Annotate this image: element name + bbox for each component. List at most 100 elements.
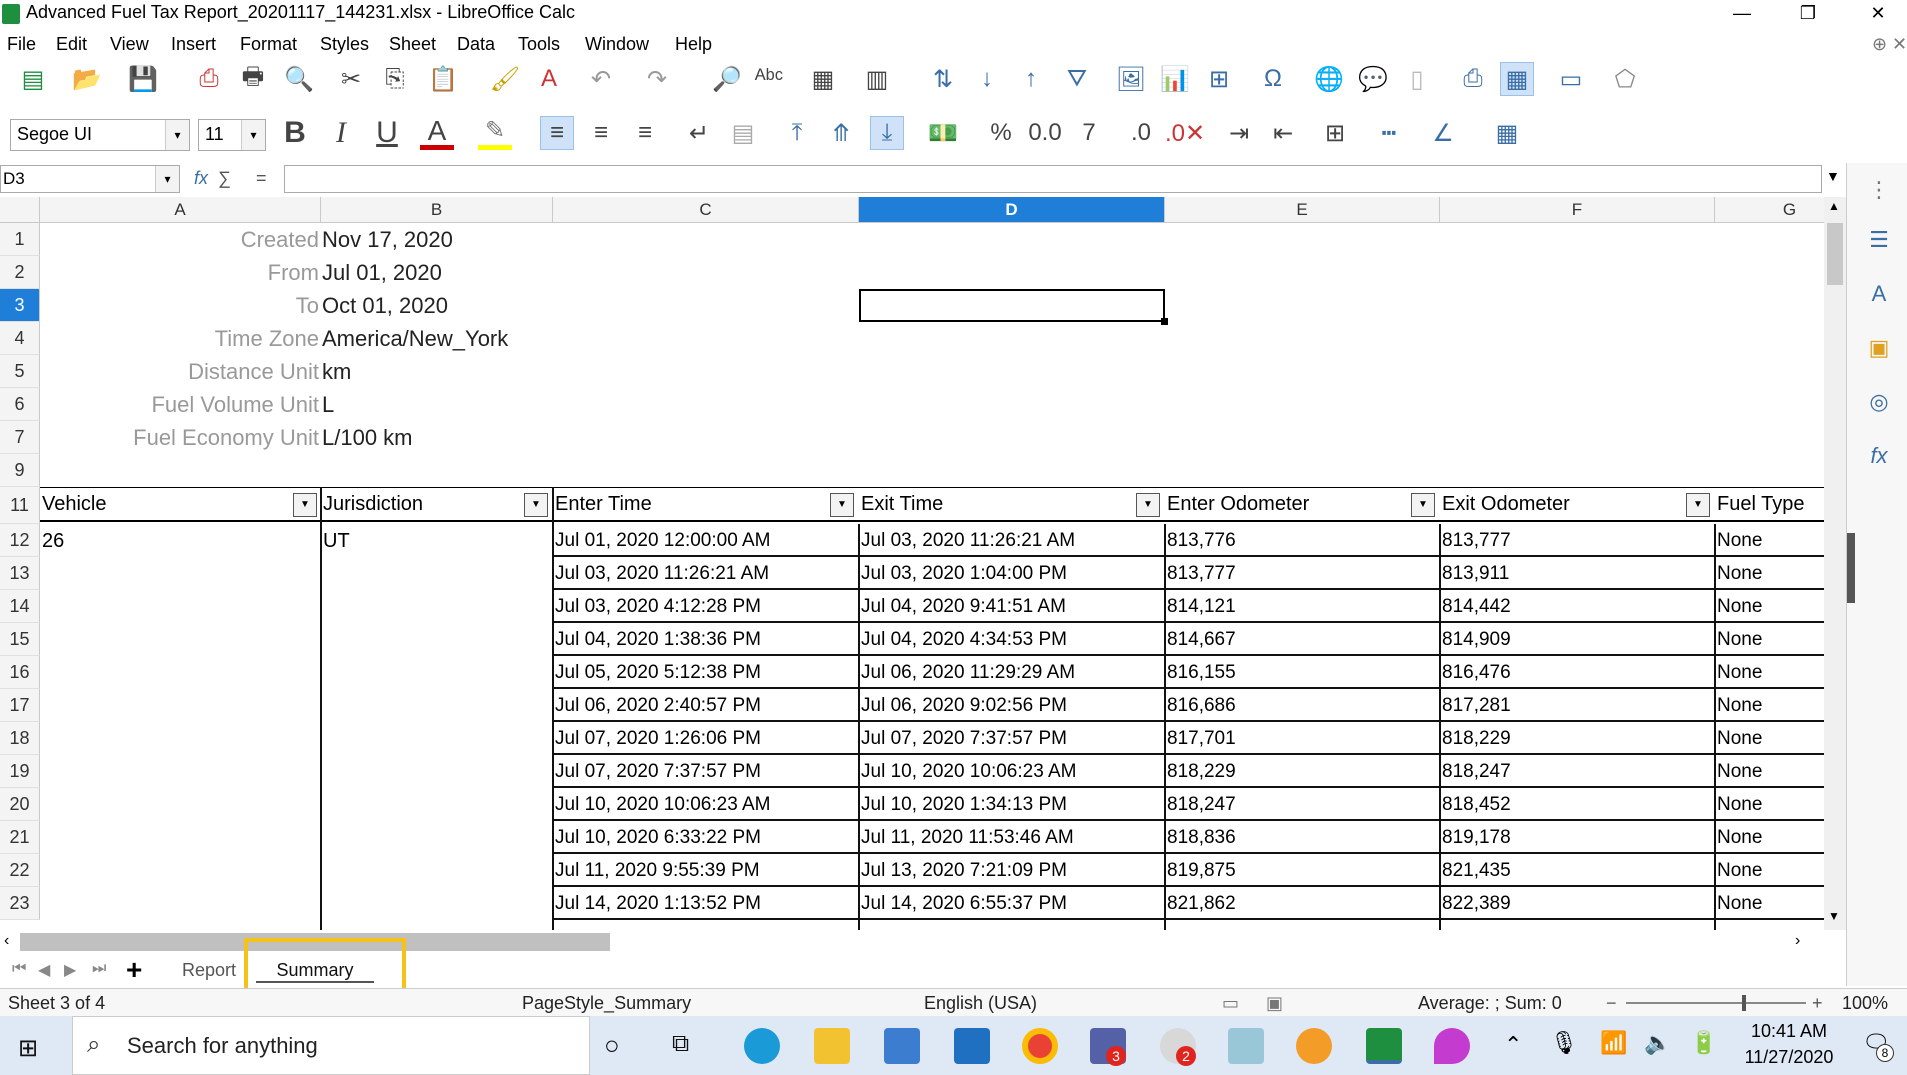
- column-header-f[interactable]: F: [1440, 197, 1715, 223]
- menu-view[interactable]: View: [110, 34, 149, 55]
- copy-icon[interactable]: ⎘: [378, 62, 412, 96]
- add-sheet-button[interactable]: +: [126, 954, 142, 986]
- print-icon[interactable]: 🖶: [236, 62, 270, 96]
- exit-odometer-cell[interactable]: 822,389: [1440, 887, 1715, 920]
- exit-time-cell[interactable]: Jul 06, 2020 11:29:29 AM: [859, 656, 1165, 689]
- merge-cells-icon[interactable]: ▤: [726, 116, 760, 150]
- row-header[interactable]: 17: [0, 689, 40, 722]
- exit-odometer-cell[interactable]: 818,247: [1440, 755, 1715, 788]
- align-center-icon[interactable]: ≡: [584, 116, 618, 150]
- filter-exit-odometer-button[interactable]: ▼: [1686, 493, 1710, 517]
- exit-odometer-cell[interactable]: 813,777: [1440, 524, 1715, 557]
- row-header[interactable]: 15: [0, 623, 40, 656]
- menu-tools[interactable]: Tools: [518, 34, 560, 55]
- fuel-type-cell[interactable]: None: [1715, 854, 1824, 887]
- column-header-a[interactable]: A: [40, 197, 321, 223]
- menu-styles[interactable]: Styles: [320, 34, 369, 55]
- zoom-slider-thumb[interactable]: [1742, 995, 1746, 1011]
- row-header[interactable]: 22: [0, 854, 40, 887]
- fuel-type-cell[interactable]: None: [1715, 656, 1824, 689]
- freeze-rows-icon[interactable]: ▦: [1500, 62, 1534, 96]
- scroll-thumb[interactable]: [1827, 223, 1843, 285]
- image-icon[interactable]: 🖼: [1114, 62, 1148, 96]
- sum-icon[interactable]: ∑: [218, 168, 231, 189]
- notepad-icon[interactable]: [1228, 1028, 1264, 1064]
- sort-descending-icon[interactable]: ↑: [1014, 62, 1048, 96]
- menu-window[interactable]: Window: [585, 34, 649, 55]
- exit-time-cell[interactable]: Jul 03, 2020 11:26:21 AM: [859, 524, 1165, 557]
- italic-icon[interactable]: I: [324, 116, 358, 150]
- battery-icon[interactable]: 🔋: [1690, 1030, 1717, 1056]
- column-header-b[interactable]: B: [321, 197, 553, 223]
- font-size-box[interactable]: 11 ▾: [198, 119, 266, 151]
- save-icon[interactable]: 💾: [126, 62, 160, 96]
- fuel-type-cell[interactable]: None: [1715, 788, 1824, 821]
- filter-enter-time-button[interactable]: ▼: [830, 493, 854, 517]
- gallery-icon[interactable]: ▣: [1865, 335, 1893, 363]
- chevron-up-icon[interactable]: ⌃: [1504, 1032, 1522, 1058]
- clock-date[interactable]: 11/27/2020: [1734, 1047, 1844, 1068]
- date-format-icon[interactable]: 7: [1072, 116, 1106, 150]
- define-print-area-icon[interactable]: ⎙: [1456, 62, 1490, 96]
- export-pdf-icon[interactable]: ⎙: [192, 62, 226, 96]
- undo-icon[interactable]: ↶: [584, 62, 618, 96]
- row-header[interactable]: 19: [0, 755, 40, 788]
- row-header[interactable]: 1: [0, 223, 40, 256]
- menu-help[interactable]: Help: [675, 34, 712, 55]
- enter-odometer-cell[interactable]: 817,701: [1165, 722, 1440, 755]
- align-top-icon[interactable]: ⤒: [780, 116, 814, 150]
- last-sheet-icon[interactable]: ⏭: [92, 960, 106, 978]
- fuel-type-cell[interactable]: None: [1715, 722, 1824, 755]
- exit-time-cell[interactable]: Jul 04, 2020 9:41:51 AM: [859, 590, 1165, 623]
- formula-input[interactable]: [284, 165, 1822, 193]
- open-icon[interactable]: 📂: [70, 62, 104, 96]
- expand-formula-icon[interactable]: ▼: [1826, 168, 1840, 184]
- find-replace-icon[interactable]: 🔎: [710, 62, 744, 96]
- filter-exit-time-button[interactable]: ▼: [1136, 493, 1160, 517]
- exit-time-cell[interactable]: Jul 03, 2020 1:04:00 PM: [859, 557, 1165, 590]
- enter-odometer-cell[interactable]: 818,247: [1165, 788, 1440, 821]
- exit-odometer-cell[interactable]: 818,229: [1440, 722, 1715, 755]
- row-header[interactable]: 2: [0, 256, 40, 289]
- underline-icon[interactable]: U: [370, 116, 404, 150]
- exit-time-cell[interactable]: Jul 07, 2020 7:37:57 PM: [859, 722, 1165, 755]
- exit-time-cell[interactable]: Jul 11, 2020 11:53:46 AM: [859, 821, 1165, 854]
- font-name-box[interactable]: Segoe UI ▾: [10, 119, 190, 151]
- exit-odometer-cell[interactable]: 821,435: [1440, 854, 1715, 887]
- row-header[interactable]: 4: [0, 322, 40, 355]
- enter-time-cell[interactable]: Jul 10, 2020 6:33:22 PM: [553, 821, 859, 854]
- row-header[interactable]: 12: [0, 524, 40, 557]
- navigator-icon[interactable]: ◎: [1865, 389, 1893, 417]
- chevron-down-icon[interactable]: ▾: [155, 166, 179, 192]
- enter-odometer-cell[interactable]: 813,777: [1165, 557, 1440, 590]
- split-window-icon[interactable]: ▭: [1554, 62, 1588, 96]
- special-character-icon[interactable]: Ω: [1256, 62, 1290, 96]
- fuel-type-cell[interactable]: None: [1715, 887, 1824, 920]
- paste-icon[interactable]: 📋: [426, 62, 460, 96]
- exit-time-cell[interactable]: Jul 10, 2020 10:06:23 AM: [859, 755, 1165, 788]
- fill-handle[interactable]: [1161, 318, 1168, 325]
- bold-icon[interactable]: B: [278, 116, 312, 150]
- wrap-text-icon[interactable]: ↵: [682, 116, 716, 150]
- comment-icon[interactable]: 💬: [1356, 62, 1390, 96]
- zoom-out-icon[interactable]: −: [1606, 993, 1617, 1014]
- enter-odometer-cell[interactable]: 813,776: [1165, 524, 1440, 557]
- align-bottom-icon[interactable]: ⤓: [870, 116, 904, 150]
- print-preview-icon[interactable]: 🔍: [282, 62, 316, 96]
- chevron-down-icon[interactable]: ▾: [241, 120, 265, 150]
- fuel-type-cell[interactable]: None: [1715, 689, 1824, 722]
- enter-time-cell[interactable]: Jul 01, 2020 12:00:00 AM: [553, 524, 859, 557]
- enter-odometer-cell[interactable]: 816,686: [1165, 689, 1440, 722]
- currency-icon[interactable]: 💵: [926, 116, 960, 150]
- hyperlink-icon[interactable]: 🌐: [1312, 62, 1346, 96]
- enter-odometer-cell[interactable]: 814,667: [1165, 623, 1440, 656]
- fuel-type-cell[interactable]: None: [1715, 755, 1824, 788]
- mail-icon[interactable]: [954, 1028, 990, 1064]
- selection-summary[interactable]: Average: ; Sum: 0: [1418, 993, 1562, 1014]
- styles-icon[interactable]: A: [1865, 281, 1893, 309]
- libreoffice-calc-icon[interactable]: [1366, 1028, 1402, 1064]
- row-header[interactable]: 11: [0, 487, 40, 524]
- exit-time-cell[interactable]: Jul 10, 2020 1:34:13 PM: [859, 788, 1165, 821]
- exit-odometer-cell[interactable]: 813,911: [1440, 557, 1715, 590]
- prev-sheet-icon[interactable]: ◀: [38, 960, 50, 980]
